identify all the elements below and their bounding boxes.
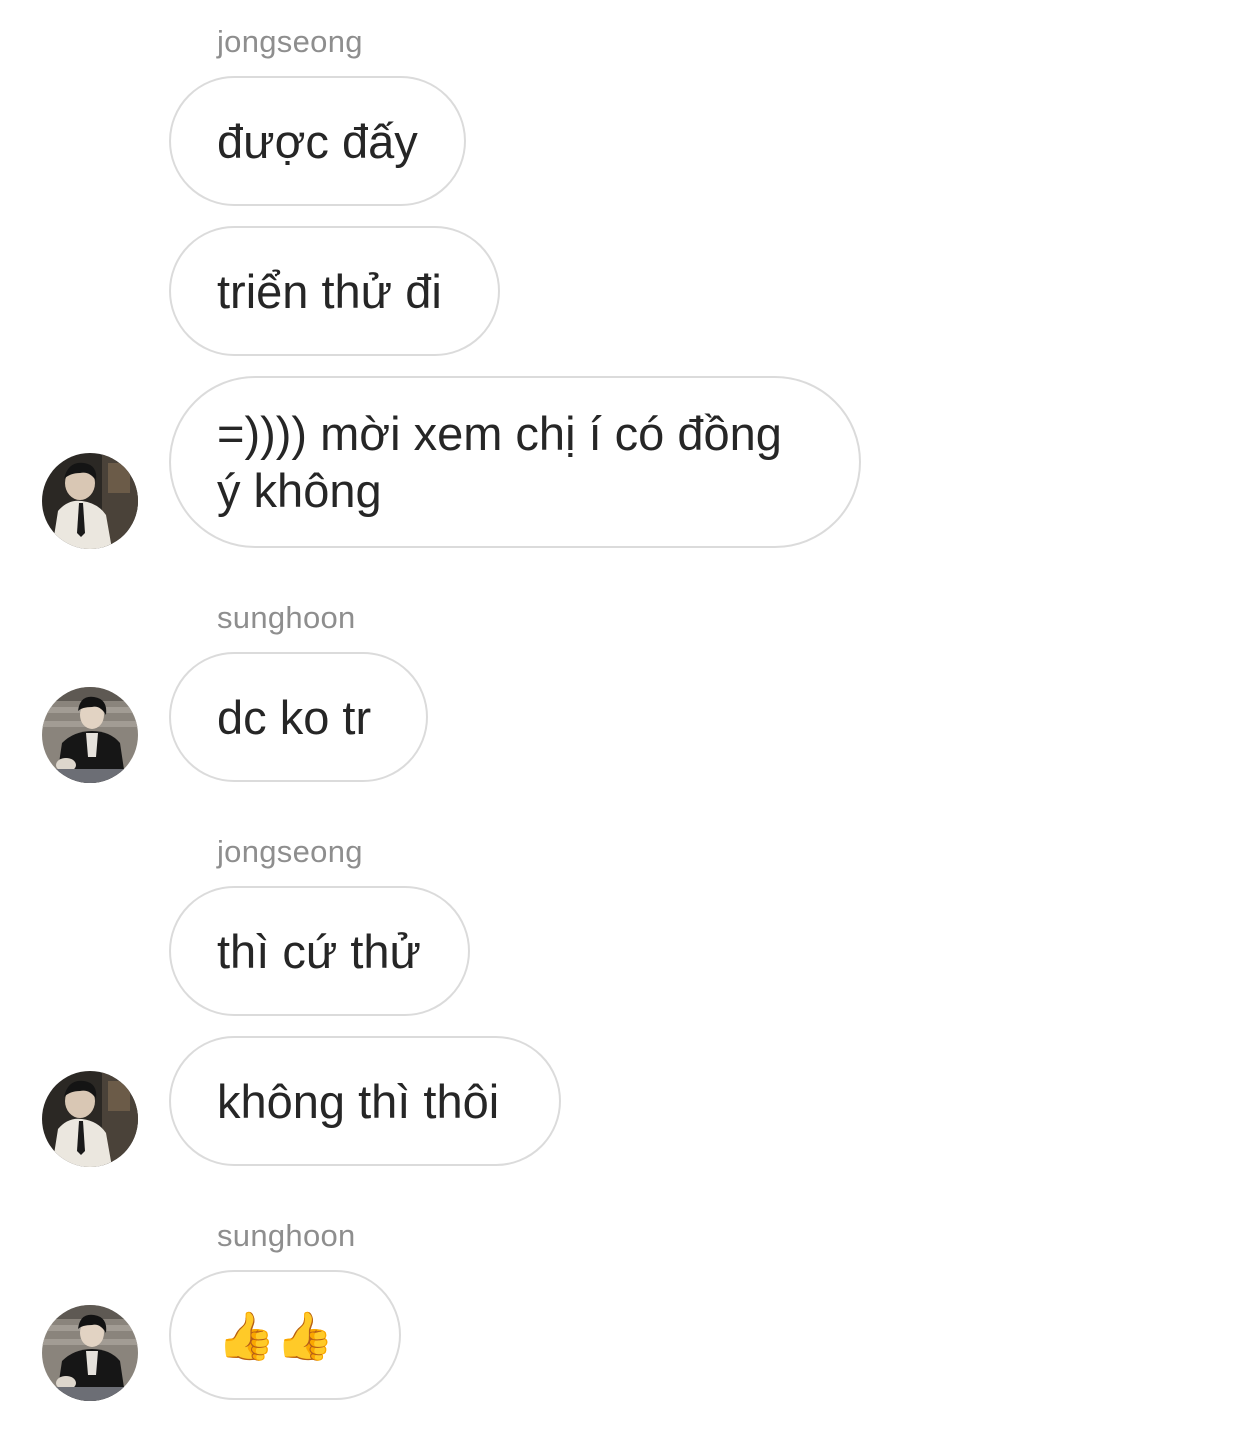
message-text: được đấy	[217, 114, 418, 168]
profile-photo-jongseong-icon	[42, 453, 138, 549]
message-bubble[interactable]: =)))) mời xem chị í có đồng ý không	[169, 376, 861, 548]
message-bubble[interactable]: được đấy	[169, 76, 466, 206]
avatar-sunghoon[interactable]	[42, 687, 138, 783]
message-bubble[interactable]: không thì thôi	[169, 1036, 561, 1166]
message-text: =)))) mời xem chị í có đồng ý không	[217, 407, 782, 517]
avatar-jongseong[interactable]	[42, 1071, 138, 1167]
avatar-sunghoon[interactable]	[42, 1305, 138, 1401]
message-bubble[interactable]: triển thử đi	[169, 226, 500, 356]
sender-name-jongseong: jongseong	[217, 24, 363, 59]
sender-name-sunghoon: sunghoon	[217, 600, 356, 635]
sender-name-sunghoon: sunghoon	[217, 1218, 356, 1253]
profile-photo-jongseong-icon	[42, 1071, 138, 1167]
message-text: thì cứ thử	[217, 924, 421, 978]
message-bubble[interactable]: 👍👍	[169, 1270, 401, 1400]
message-bubble[interactable]: thì cứ thử	[169, 886, 470, 1016]
message-bubble[interactable]: dc ko tr	[169, 652, 428, 782]
message-text: dc ko tr	[217, 690, 372, 744]
profile-photo-sunghoon-icon	[42, 687, 138, 783]
profile-photo-sunghoon-icon	[42, 1305, 138, 1401]
thumbs-up-icon: 👍👍	[217, 1308, 335, 1362]
sender-name-jongseong: jongseong	[217, 834, 363, 869]
avatar-jongseong[interactable]	[42, 453, 138, 549]
message-text: triển thử đi	[217, 264, 442, 318]
message-text: không thì thôi	[217, 1074, 500, 1128]
